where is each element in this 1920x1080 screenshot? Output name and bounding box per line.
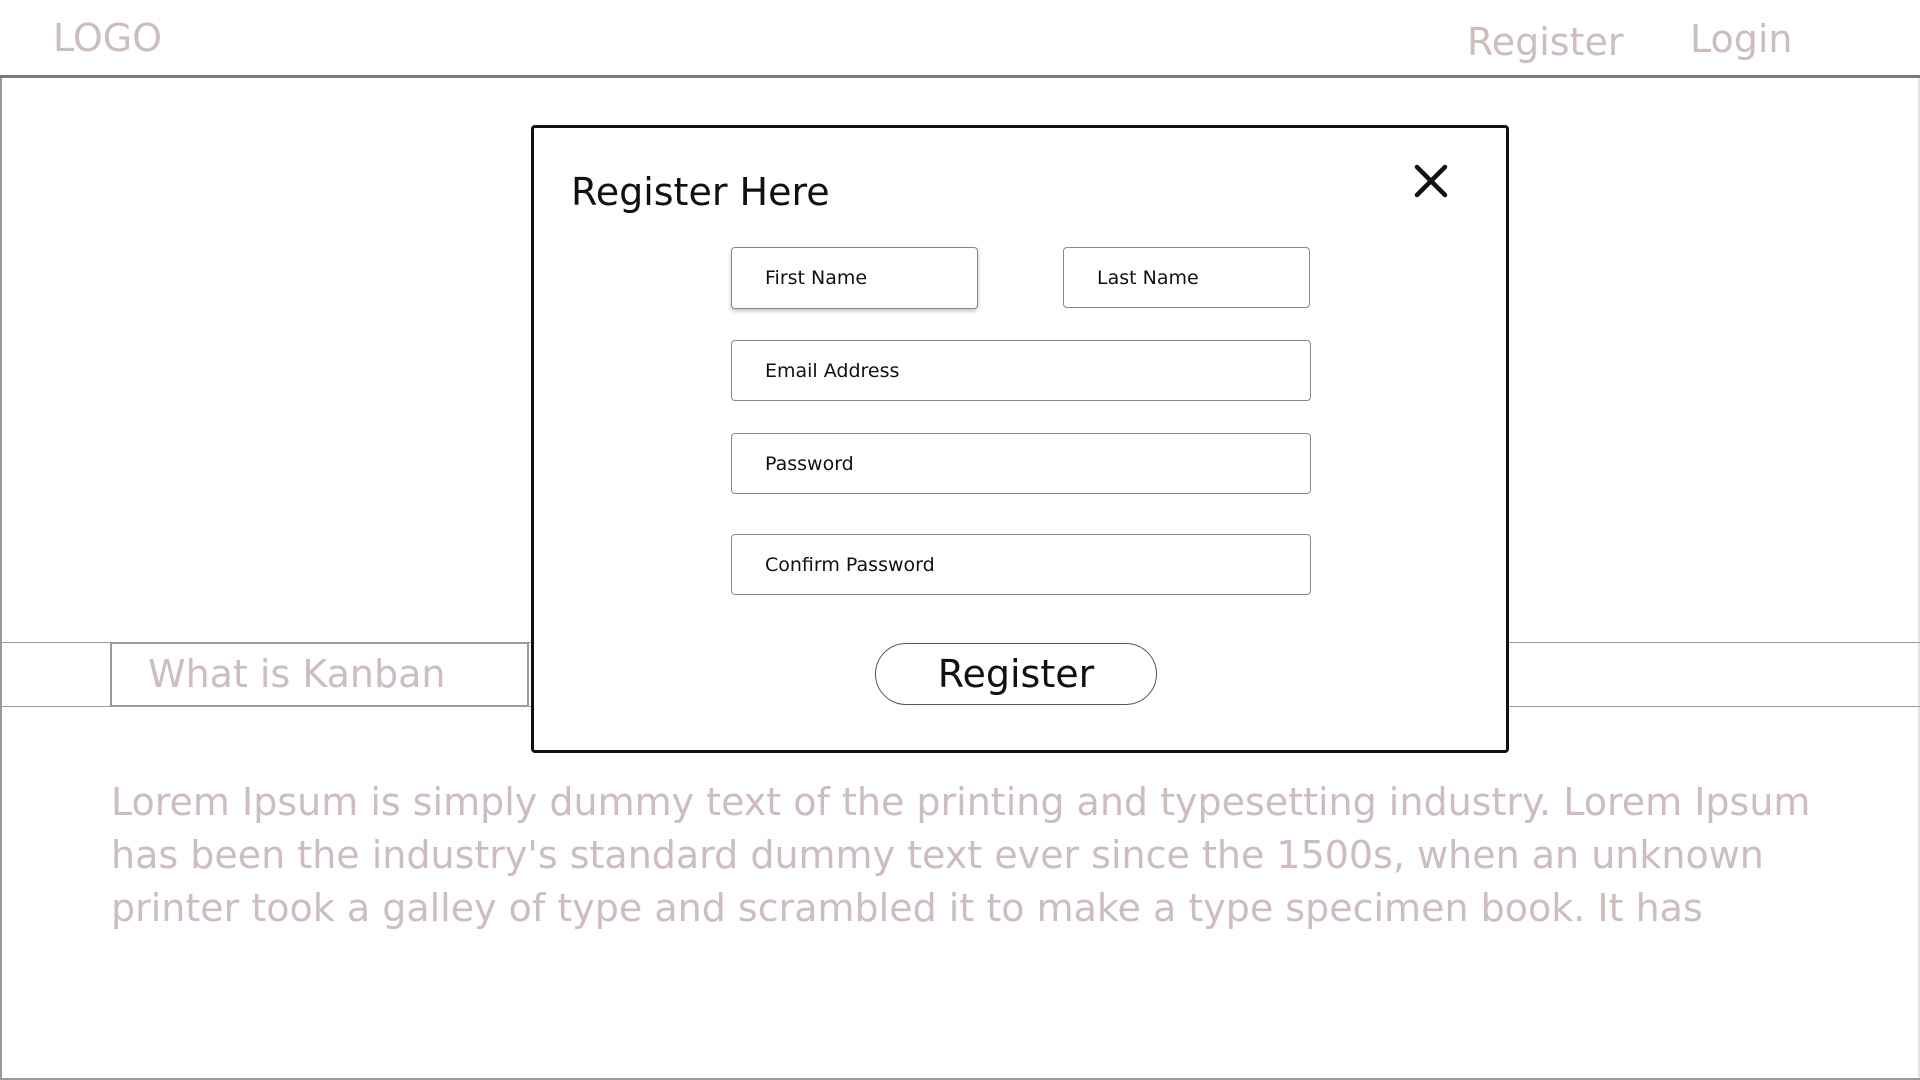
nav-login-link[interactable]: Login xyxy=(1690,17,1793,61)
nav-register-link[interactable]: Register xyxy=(1467,20,1623,64)
tab-what-is-kanban[interactable]: What is Kanban xyxy=(110,642,529,707)
close-icon xyxy=(1414,164,1448,198)
page: LOGO Register Login What is Kanban Lorem… xyxy=(0,0,1920,1080)
close-button[interactable] xyxy=(1408,158,1454,204)
password-input[interactable] xyxy=(731,433,1311,494)
confirm-password-input[interactable] xyxy=(731,534,1311,595)
frame-left-border xyxy=(0,78,2,1080)
section-body-text: Lorem Ipsum is simply dummy text of the … xyxy=(111,780,1811,930)
logo[interactable]: LOGO xyxy=(53,16,162,60)
first-name-input[interactable] xyxy=(731,247,978,309)
register-modal: Register Here Register xyxy=(531,125,1509,753)
modal-title: Register Here xyxy=(571,170,830,214)
tab-label: What is Kanban xyxy=(148,652,446,696)
last-name-input[interactable] xyxy=(1063,247,1310,308)
email-input[interactable] xyxy=(731,340,1311,401)
register-submit-button[interactable]: Register xyxy=(875,643,1157,705)
header-bar: LOGO Register Login xyxy=(0,0,1920,78)
